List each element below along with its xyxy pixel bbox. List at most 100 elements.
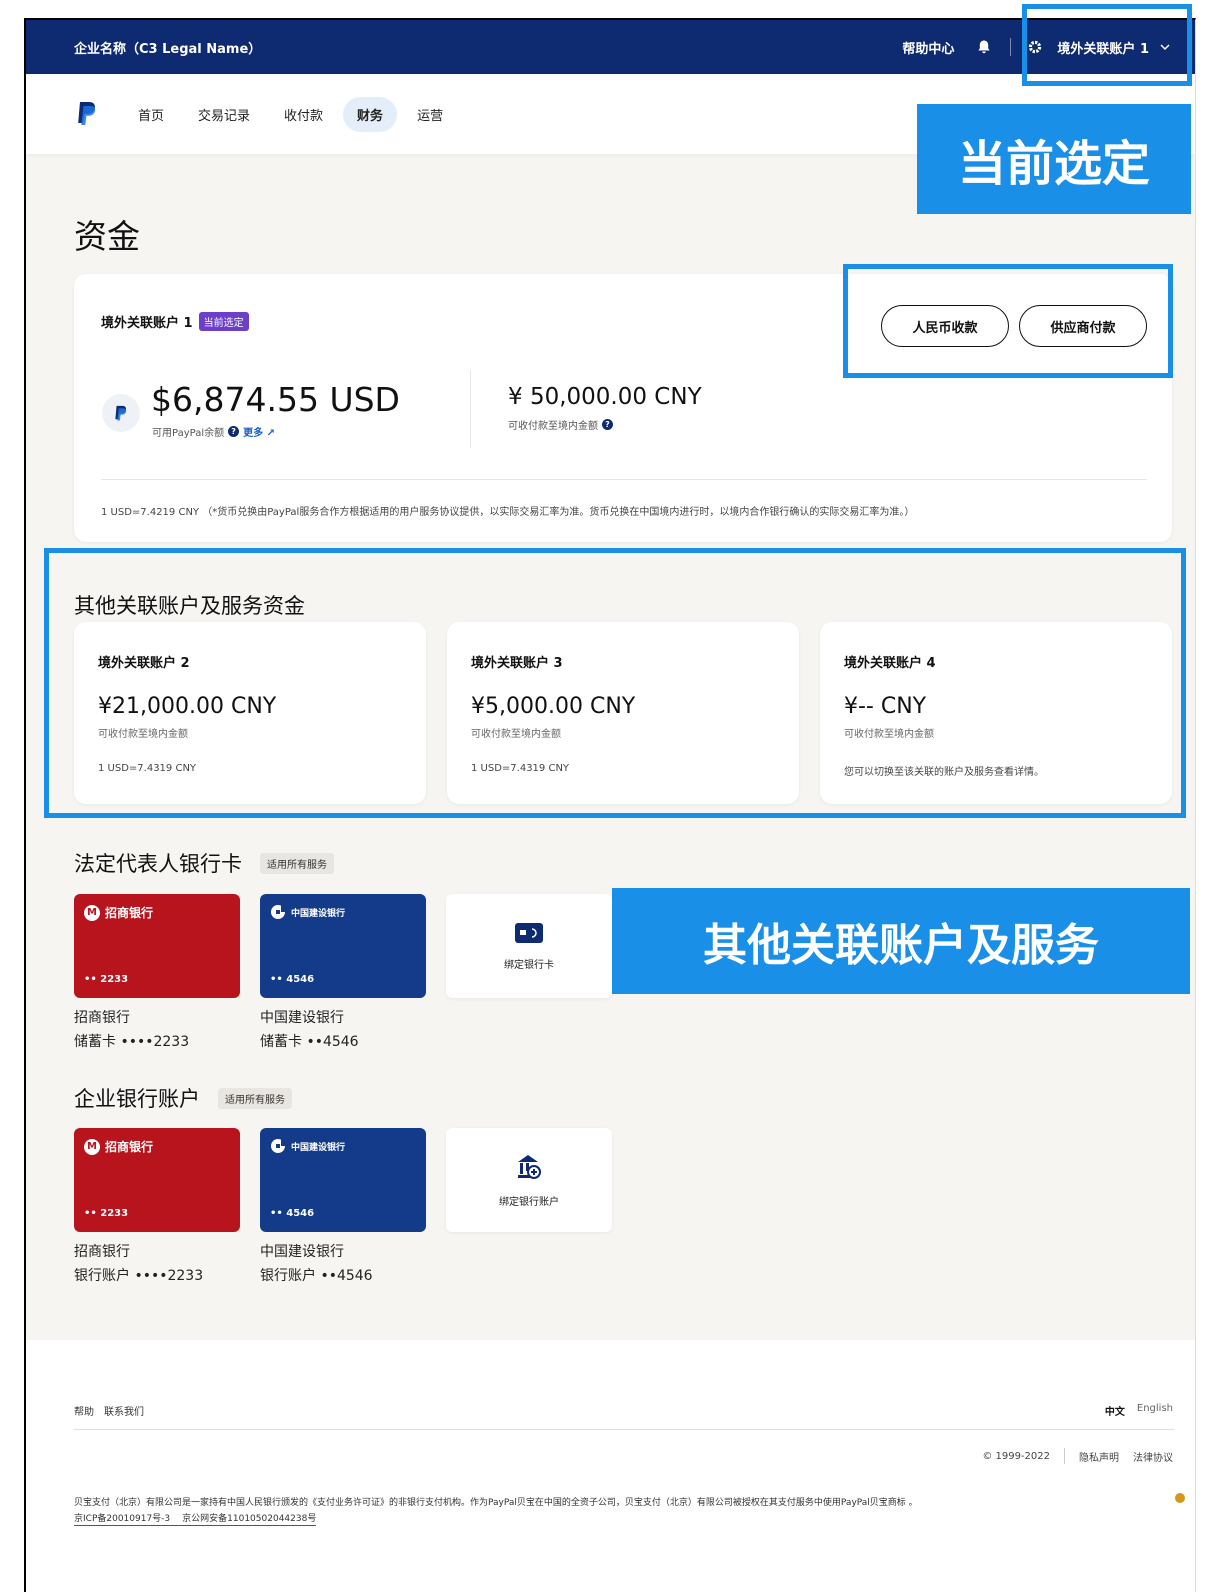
footer-legal: © 1999-2022 隐私声明 法律协议 bbox=[982, 1448, 1173, 1464]
bank-detail: 储蓄卡 ••••2233 bbox=[74, 1034, 190, 1050]
external-link-icon: ↗ bbox=[266, 428, 275, 439]
cmb-logo: M 招商银行 bbox=[84, 904, 153, 921]
account-name-label: 境外关联账户 1 bbox=[101, 316, 193, 331]
police-record-link[interactable]: 京公网安备11010502044238号 bbox=[182, 1511, 316, 1524]
bind-bank-account-button[interactable]: 绑定银行账户 bbox=[446, 1128, 612, 1232]
bank-add-icon bbox=[518, 1154, 541, 1179]
account-switcher-label: 境外关联账户 1 bbox=[1057, 41, 1149, 57]
nav-transactions[interactable]: 交易记录 bbox=[184, 97, 264, 132]
more-link[interactable]: 更多 ↗ bbox=[243, 424, 275, 439]
divider bbox=[470, 370, 471, 448]
legal-rep-cards-title-label: 法定代表人银行卡 bbox=[74, 852, 242, 876]
cny-balance: ¥ 50,000.00 CNY bbox=[508, 384, 702, 410]
divider bbox=[1010, 38, 1012, 56]
top-bar-right: 帮助中心 境外关联账户 1 bbox=[902, 38, 1171, 57]
paypal-balance-icon bbox=[102, 394, 140, 432]
current-account-card: 境外关联账户 1 当前选定 人民币收款 供应商付款 $6,874.55 USD … bbox=[74, 274, 1172, 542]
divider bbox=[101, 479, 1147, 480]
bank-caption-cmb: 招商银行 储蓄卡 ••••2233 bbox=[74, 1006, 189, 1054]
company-disclaimer: 贝宝支付（北京）有限公司是一家持有中国人民银行颁发的《支付业务许可证》的非银行支… bbox=[74, 1498, 918, 1508]
usd-balance-label: 可用PayPal余额 ? 更多 ↗ bbox=[152, 424, 275, 439]
other-accounts-title: 其他关联账户及服务资金 bbox=[74, 590, 305, 620]
bank-name: 招商银行 bbox=[74, 1010, 130, 1026]
bell-icon[interactable] bbox=[976, 39, 992, 55]
account-amount: ¥-- CNY bbox=[844, 694, 927, 719]
account-footnote: 1 USD=7.4319 CNY bbox=[471, 763, 570, 774]
nav-operations[interactable]: 运营 bbox=[403, 97, 457, 132]
company-name: 企业名称（C3 Legal Name） bbox=[74, 41, 262, 57]
paypal-logo-icon[interactable] bbox=[76, 101, 98, 127]
lang-en[interactable]: English bbox=[1137, 1403, 1173, 1418]
nav-payments[interactable]: 收付款 bbox=[270, 97, 337, 132]
help-icon[interactable]: ? bbox=[602, 419, 613, 430]
account-amount-label: 可收付款至境内金额 bbox=[844, 729, 934, 740]
footer-contact-link[interactable]: 联系我们 bbox=[104, 1403, 144, 1418]
security-badge-icon[interactable] bbox=[1175, 1493, 1185, 1503]
account-number: •• 2233 bbox=[84, 1208, 129, 1219]
gear-icon[interactable] bbox=[1027, 39, 1043, 55]
divider bbox=[1064, 1448, 1065, 1464]
nav-home[interactable]: 首页 bbox=[124, 97, 178, 132]
cmb-logo-icon: M bbox=[84, 904, 100, 921]
icp-links: 京ICP备20010917号-3 京公网安备11010502044238号 bbox=[74, 1511, 317, 1526]
bank-detail: 银行账户 ••4546 bbox=[260, 1268, 373, 1284]
bank-account-ccb[interactable]: 中国建设银行 •• 4546 bbox=[260, 1128, 426, 1232]
account-amount-label: 可收付款至境内金额 bbox=[98, 729, 188, 740]
ccb-logo-icon bbox=[271, 1138, 286, 1153]
bank-caption-cmb: 招商银行 银行账户 ••••2233 bbox=[74, 1240, 203, 1288]
bank-logo-text: 中国建设银行 bbox=[291, 1142, 346, 1153]
footer-links: 帮助 联系我们 bbox=[74, 1403, 144, 1418]
privacy-link[interactable]: 隐私声明 bbox=[1079, 1449, 1119, 1464]
corporate-accounts-title: 企业银行账户 适用所有服务 bbox=[74, 1083, 292, 1113]
card-number: •• 4546 bbox=[270, 974, 315, 985]
bank-logo-text: 招商银行 bbox=[105, 1140, 154, 1154]
divider bbox=[74, 1429, 1174, 1430]
bank-card-ccb[interactable]: 中国建设银行 •• 4546 bbox=[260, 894, 426, 998]
other-services-annotation: 其他关联账户及服务 bbox=[612, 888, 1190, 994]
legal-link[interactable]: 法律协议 bbox=[1133, 1449, 1173, 1464]
account-switcher[interactable]: 境外关联账户 1 bbox=[1057, 38, 1171, 57]
cmb-logo: M 招商银行 bbox=[84, 1138, 153, 1155]
account-name: 境外关联账户 4 bbox=[844, 656, 936, 671]
account-name: 境外关联账户 2 bbox=[98, 656, 190, 671]
help-center-link[interactable]: 帮助中心 bbox=[902, 38, 954, 57]
linked-account-card-2[interactable]: 境外关联账户 2 ¥21,000.00 CNY 可收付款至境内金额 1 USD=… bbox=[74, 622, 426, 804]
current-badge: 当前选定 bbox=[198, 312, 249, 331]
linked-account-card-3[interactable]: 境外关联账户 3 ¥5,000.00 CNY 可收付款至境内金额 1 USD=7… bbox=[447, 622, 799, 804]
app-window: 企业名称（C3 Legal Name） 帮助中心 境外关联账户 1 首页 交易记… bbox=[24, 18, 1196, 1592]
usd-balance-caption: 可用PayPal余额 bbox=[152, 428, 225, 439]
account-number: •• 4546 bbox=[270, 1208, 315, 1219]
icp-link[interactable]: 京ICP备20010917号-3 bbox=[74, 1511, 170, 1524]
nav-finance[interactable]: 财务 bbox=[343, 96, 398, 132]
scope-tag: 适用所有服务 bbox=[218, 1087, 292, 1109]
bind-bank-card-button[interactable]: 绑定银行卡 bbox=[446, 894, 612, 998]
help-icon[interactable]: ? bbox=[228, 426, 240, 437]
copyright: © 1999-2022 bbox=[982, 1450, 1050, 1462]
card-number: •• 2233 bbox=[84, 974, 129, 985]
bind-bank-account-label: 绑定银行账户 bbox=[499, 1196, 559, 1208]
cny-balance-label: 可收付款至境内金额 ? bbox=[508, 417, 613, 432]
account-amount-label: 可收付款至境内金额 bbox=[471, 729, 561, 740]
top-bar: 企业名称（C3 Legal Name） 帮助中心 境外关联账户 1 bbox=[26, 20, 1195, 74]
account-amount: ¥5,000.00 CNY bbox=[471, 694, 636, 719]
lang-zh[interactable]: 中文 bbox=[1105, 1403, 1125, 1418]
bank-card-cmb[interactable]: M 招商银行 •• 2233 bbox=[74, 894, 240, 998]
current-selected-annotation: 当前选定 bbox=[917, 104, 1191, 214]
footer-help-link[interactable]: 帮助 bbox=[74, 1403, 94, 1418]
bank-account-cmb[interactable]: M 招商银行 •• 2233 bbox=[74, 1128, 240, 1232]
rmb-receive-button[interactable]: 人民币收款 bbox=[881, 305, 1009, 347]
usd-balance: $6,874.55 USD bbox=[151, 380, 400, 419]
cmb-logo-icon: M bbox=[84, 1138, 100, 1155]
bank-detail: 储蓄卡 ••4546 bbox=[260, 1034, 359, 1050]
supplier-payment-button[interactable]: 供应商付款 bbox=[1019, 305, 1147, 347]
legal-rep-cards-title: 法定代表人银行卡 适用所有服务 bbox=[74, 848, 334, 878]
ccb-logo: 中国建设银行 bbox=[270, 1138, 345, 1154]
linked-account-card-4[interactable]: 境外关联账户 4 ¥-- CNY 可收付款至境内金额 您可以切换至该关联的账户及… bbox=[820, 622, 1172, 804]
footer: 帮助 联系我们 中文 English © 1999-2022 隐私声明 法律协议… bbox=[26, 1340, 1195, 1592]
account-footnote: 1 USD=7.4319 CNY bbox=[98, 763, 197, 774]
bank-name: 中国建设银行 bbox=[260, 1244, 344, 1260]
page-title: 资金 bbox=[74, 217, 140, 256]
other-accounts-title-label: 其他关联账户及服务资金 bbox=[74, 594, 305, 618]
more-link-label: 更多 bbox=[243, 428, 264, 439]
account-name: 境外关联账户 3 bbox=[471, 656, 563, 671]
